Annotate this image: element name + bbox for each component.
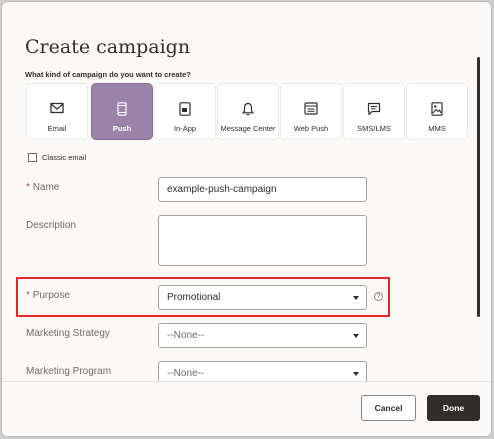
tile-label: In-App bbox=[173, 124, 197, 133]
name-label-text: Name bbox=[32, 182, 60, 193]
chevron-down-icon bbox=[353, 334, 359, 338]
name-input[interactable]: example-push-campaign bbox=[158, 177, 367, 202]
chevron-down-icon bbox=[353, 296, 359, 300]
tile-label: Message Center bbox=[220, 124, 276, 133]
name-label: * Name bbox=[26, 182, 59, 193]
tile-label: MMS bbox=[428, 124, 446, 133]
chevron-down-icon bbox=[353, 372, 359, 376]
done-button[interactable]: Done bbox=[427, 395, 480, 421]
purpose-label: * Purpose bbox=[26, 290, 70, 301]
dialog-footer: Cancel Done bbox=[2, 381, 491, 436]
mobile-phone-icon bbox=[92, 102, 152, 116]
description-label: Description bbox=[26, 220, 77, 231]
in-app-message-icon bbox=[155, 102, 215, 116]
bell-icon bbox=[218, 102, 278, 116]
envelope-icon bbox=[27, 102, 87, 116]
create-campaign-dialog: Create campaign What kind of campaign do… bbox=[1, 1, 492, 437]
tile-label: Push bbox=[112, 124, 132, 133]
chat-bubble-icon bbox=[344, 102, 404, 116]
tile-sms-lms[interactable]: SMS/LMS bbox=[344, 84, 404, 139]
dialog-title: Create campaign bbox=[25, 36, 191, 58]
required-indicator: * bbox=[26, 290, 30, 301]
tile-push[interactable]: Push bbox=[92, 84, 152, 139]
cancel-button[interactable]: Cancel bbox=[361, 395, 416, 421]
marketing-strategy-value: --None-- bbox=[167, 330, 205, 341]
tile-label: Email bbox=[47, 124, 67, 133]
tile-label: SMS/LMS bbox=[357, 124, 391, 133]
tile-email[interactable]: Email bbox=[27, 84, 87, 139]
scrollbar[interactable] bbox=[477, 57, 480, 317]
tile-in-app[interactable]: In-App bbox=[155, 84, 215, 139]
purpose-label-text: Purpose bbox=[32, 290, 70, 301]
tile-message-center[interactable]: Message Center bbox=[218, 84, 278, 139]
marketing-strategy-label: Marketing Strategy bbox=[26, 328, 110, 339]
help-icon[interactable]: ? bbox=[374, 292, 383, 301]
marketing-strategy-select[interactable]: --None-- bbox=[158, 323, 367, 348]
classic-email-option[interactable]: Classic email bbox=[28, 153, 86, 162]
marketing-program-value: --None-- bbox=[167, 368, 205, 379]
campaign-type-question: What kind of campaign do you want to cre… bbox=[25, 70, 191, 79]
image-icon bbox=[407, 102, 467, 116]
tile-web-push[interactable]: Web Push bbox=[281, 84, 341, 139]
description-textarea[interactable] bbox=[158, 215, 367, 266]
classic-email-label: Classic email bbox=[42, 153, 87, 162]
browser-window-icon bbox=[281, 102, 341, 116]
tile-mms[interactable]: MMS bbox=[407, 84, 467, 139]
purpose-value: Promotional bbox=[167, 292, 221, 303]
required-indicator: * bbox=[26, 182, 30, 193]
purpose-select[interactable]: Promotional bbox=[158, 285, 367, 310]
marketing-program-label: Marketing Program bbox=[26, 366, 112, 377]
classic-email-checkbox[interactable] bbox=[28, 153, 37, 162]
tile-label: Web Push bbox=[293, 124, 329, 133]
